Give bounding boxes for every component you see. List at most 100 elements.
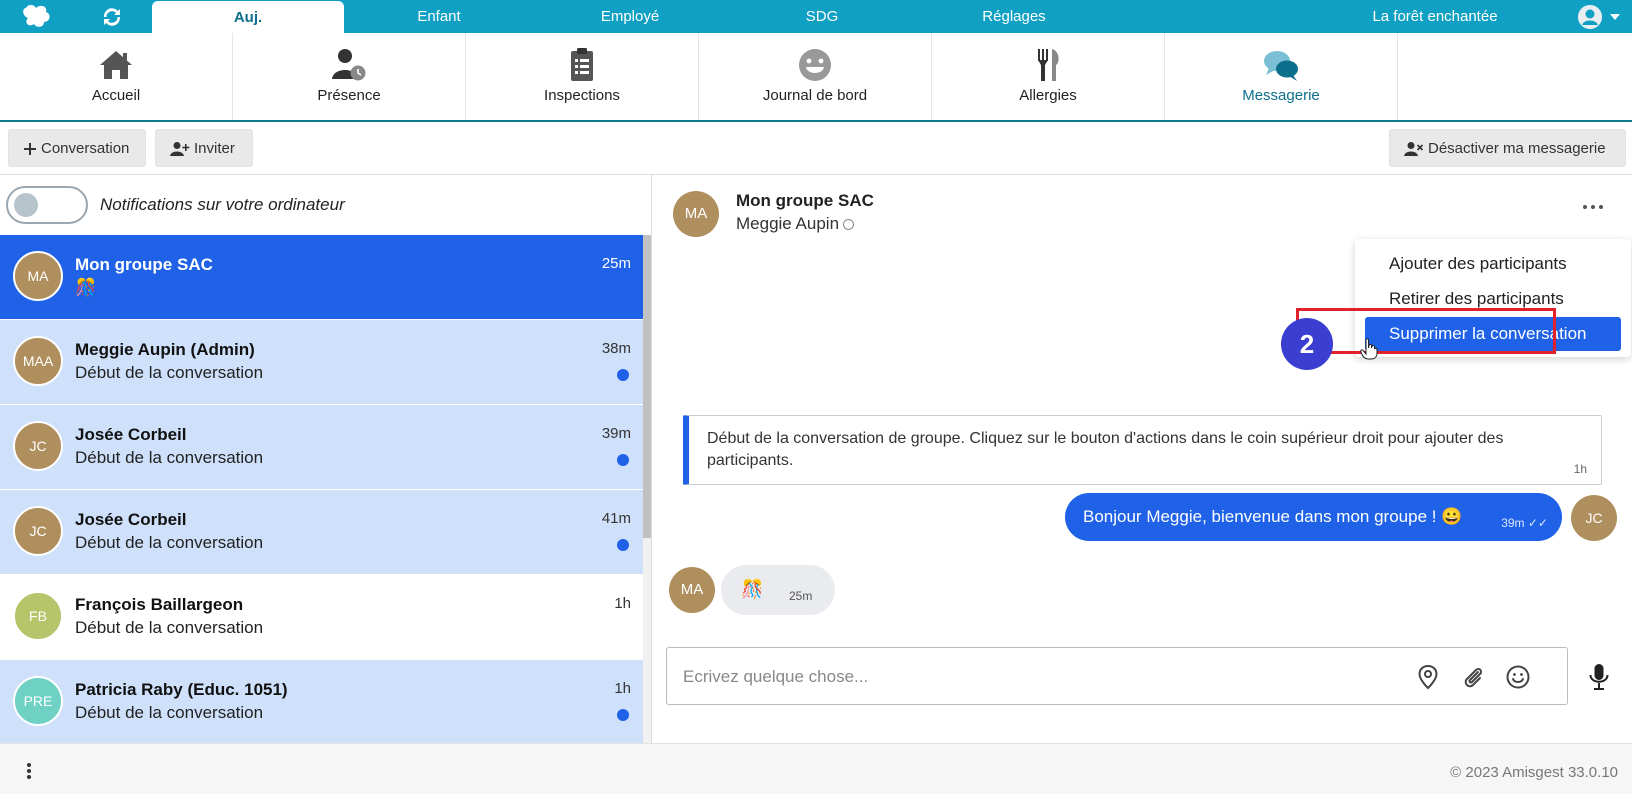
- toggle-knob: [14, 193, 38, 217]
- module-label: Présence: [317, 87, 381, 104]
- conversation-name: Meggie Aupin (Admin): [75, 340, 255, 359]
- conversation-name: Mon groupe SAC: [75, 255, 213, 274]
- conversation-name: Josée Corbeil: [75, 510, 187, 529]
- conversation-name: Patricia Raby (Educ. 1051): [75, 680, 288, 699]
- conversation-item[interactable]: MAA Meggie Aupin (Admin) Début de la con…: [0, 320, 643, 405]
- chat-participant-name: Meggie Aupin: [736, 214, 840, 233]
- unread-dot: [617, 369, 629, 381]
- chat-actions-menu: Ajouter des participants Retirer des par…: [1355, 239, 1631, 357]
- avatar: MAA: [13, 336, 63, 386]
- top-tab-today[interactable]: Auj.: [152, 1, 344, 33]
- invite-label: Inviter: [194, 140, 235, 157]
- module-label: Allergies: [1019, 87, 1077, 104]
- top-tab-settings[interactable]: Réglages: [918, 0, 1110, 33]
- conversation-item[interactable]: PRE Patricia Raby (Educ. 1051) Début de …: [0, 660, 643, 743]
- kebab-menu-icon[interactable]: [26, 762, 32, 780]
- person-clock-icon: [332, 49, 366, 81]
- center-name[interactable]: La forêt enchantée: [1330, 0, 1540, 33]
- conversation-time: 41m: [601, 510, 631, 527]
- incoming-message-time: 25m: [789, 589, 813, 603]
- notification-setting: Notifications sur votre ordinateur: [0, 175, 651, 235]
- list-scrollbar-thumb[interactable]: [643, 235, 651, 538]
- chat-bubbles-icon: [1264, 51, 1298, 81]
- outgoing-message-time: 39m ✓✓: [1501, 516, 1548, 530]
- clipboard-icon: [571, 48, 593, 81]
- module-tab-allergies[interactable]: Allergies: [932, 33, 1165, 120]
- menu-item-delete-conversation[interactable]: Supprimer la conversation: [1365, 317, 1621, 351]
- notifications-toggle[interactable]: [6, 186, 88, 224]
- module-tab-inspections[interactable]: Inspections: [466, 33, 699, 120]
- chat-avatar: MA: [673, 191, 719, 237]
- message-composer: [666, 647, 1568, 705]
- plus-icon: [24, 143, 36, 156]
- conversation-list-pane: Notifications sur votre ordinateur MA Mo…: [0, 175, 652, 743]
- avatar: FB: [13, 591, 63, 641]
- disable-messaging-label: Désactiver ma messagerie: [1428, 140, 1606, 157]
- user-menu-caret-icon[interactable]: [1610, 14, 1620, 20]
- location-pin-icon[interactable]: [1415, 664, 1441, 690]
- incoming-message-content: 🎊: [741, 579, 764, 599]
- conversation-time: 1h: [614, 680, 631, 697]
- sync-icon[interactable]: [100, 5, 124, 29]
- avatar: PRE: [13, 676, 63, 726]
- module-tab-journal[interactable]: Journal de bord: [699, 33, 932, 120]
- module-tabs: Accueil Présence Inspections Journal de …: [0, 33, 1632, 122]
- avatar: JC: [13, 421, 63, 471]
- module-tab-home[interactable]: Accueil: [0, 33, 233, 120]
- message-input[interactable]: [683, 664, 1383, 690]
- system-message-time: 1h: [1573, 462, 1587, 476]
- attachment-icon[interactable]: [1460, 664, 1486, 690]
- top-nav-bar: Auj. Enfant Employé SDG Réglages La forê…: [0, 0, 1632, 33]
- system-message-text: Début de la conversation de groupe. Cliq…: [707, 430, 1504, 469]
- conversation-preview: Début de la conversation: [75, 533, 264, 552]
- conversation-item[interactable]: JC Josée Corbeil Début de la conversatio…: [0, 405, 643, 490]
- fork-knife-icon: [1038, 49, 1059, 81]
- sender-avatar: JC: [1571, 495, 1617, 541]
- chat-title: Mon groupe SAC: [736, 191, 874, 210]
- conversation-preview: Début de la conversation: [75, 703, 264, 722]
- home-icon: [100, 51, 132, 79]
- sender-avatar: MA: [669, 567, 715, 613]
- incoming-message: 🎊 25m: [721, 565, 835, 615]
- avatar: JC: [13, 506, 63, 556]
- module-label: Messagerie: [1242, 87, 1320, 104]
- user-avatar-icon[interactable]: [1578, 5, 1602, 29]
- module-label: Accueil: [91, 87, 141, 104]
- invite-button[interactable]: Inviter: [155, 129, 253, 167]
- more-actions-icon[interactable]: [1578, 199, 1608, 215]
- hand-cursor-icon: [1360, 338, 1378, 360]
- top-tab-sdg[interactable]: SDG: [726, 0, 918, 33]
- new-conversation-button[interactable]: Conversation: [8, 129, 146, 167]
- unread-dot: [617, 709, 629, 721]
- top-tab-employee[interactable]: Employé: [534, 0, 726, 33]
- outgoing-message: Bonjour Meggie, bienvenue dans mon group…: [1065, 493, 1562, 541]
- menu-item-remove-participants[interactable]: Retirer des participants: [1355, 282, 1631, 316]
- module-tab-messaging[interactable]: Messagerie: [1165, 33, 1398, 120]
- chat-subtitle: Meggie Aupin: [736, 214, 855, 234]
- conversation-item[interactable]: FB François Baillargeon Début de la conv…: [0, 575, 643, 660]
- conversation-time: 25m: [601, 255, 631, 272]
- module-label: Inspections: [544, 87, 620, 104]
- microphone-icon[interactable]: [1586, 662, 1612, 692]
- presence-indicator-icon: [843, 219, 855, 231]
- conversation-time: 38m: [601, 340, 631, 357]
- disable-messaging-button[interactable]: Désactiver ma messagerie: [1389, 129, 1626, 167]
- conversation-preview: Début de la conversation: [75, 448, 264, 467]
- conversation-list: MA Mon groupe SAC 🎊 25m MAA Meggie Aupin…: [0, 235, 643, 743]
- module-label: Journal de bord: [762, 87, 868, 104]
- emoji-icon[interactable]: [1505, 664, 1531, 690]
- top-tab-child[interactable]: Enfant: [344, 0, 534, 33]
- conversation-preview: 🎊: [75, 278, 97, 297]
- avatar: MA: [13, 251, 63, 301]
- menu-item-add-participants[interactable]: Ajouter des participants: [1355, 247, 1631, 281]
- footer: © 2023 Amisgest 33.0.10: [0, 743, 1632, 794]
- conversation-item[interactable]: JC Josée Corbeil Début de la conversatio…: [0, 490, 643, 575]
- action-bar: Conversation Inviter Désactiver ma messa…: [0, 122, 1632, 175]
- new-conversation-label: Conversation: [41, 140, 130, 157]
- app-logo-icon[interactable]: [20, 4, 52, 30]
- conversation-name: Josée Corbeil: [75, 425, 187, 444]
- notifications-label: Notifications sur votre ordinateur: [100, 195, 345, 214]
- module-tab-presence[interactable]: Présence: [233, 33, 466, 120]
- system-message: Début de la conversation de groupe. Cliq…: [683, 415, 1602, 485]
- conversation-item[interactable]: MA Mon groupe SAC 🎊 25m: [0, 235, 643, 320]
